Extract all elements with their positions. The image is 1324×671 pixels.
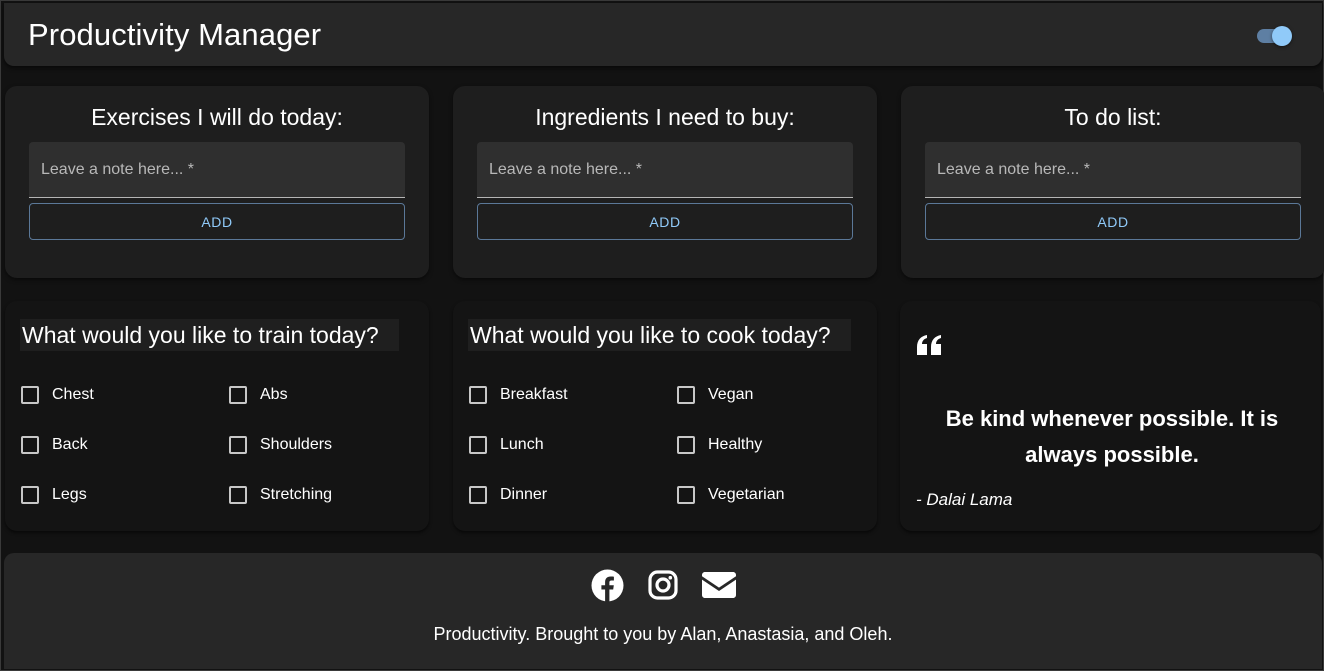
train-option-label: Legs: [52, 486, 87, 503]
cook-option-label: Dinner: [500, 486, 548, 503]
cook-option-vegan[interactable]: Vegan: [677, 384, 753, 406]
checkbox-vegan[interactable]: [677, 386, 695, 404]
checkbox-vegetarian[interactable]: [677, 486, 695, 504]
cook-option-label: Vegetarian: [708, 486, 785, 503]
train-option-shoulders[interactable]: Shoulders: [229, 434, 332, 456]
cook-option-healthy[interactable]: Healthy: [677, 434, 762, 456]
cook-option-label: Lunch: [500, 436, 544, 453]
cook-option-label: Breakfast: [500, 386, 568, 403]
checkbox-shoulders[interactable]: [229, 436, 247, 454]
train-panel-title: What would you like to train today?: [20, 319, 399, 351]
train-option-label: Shoulders: [260, 436, 333, 453]
train-option-abs[interactable]: Abs: [229, 384, 288, 406]
train-option-stretching[interactable]: Stretching: [229, 484, 332, 506]
exercises-note-field[interactable]: [29, 142, 405, 198]
cook-panel: What would you like to cook today? Break…: [453, 301, 877, 531]
footer-credit: Productivity. Brought to you by Alan, An…: [433, 624, 893, 644]
todo-note-input[interactable]: [925, 142, 1301, 197]
train-option-label: Stretching: [260, 486, 333, 503]
facebook-icon[interactable]: [590, 568, 624, 602]
train-option-back[interactable]: Back: [21, 434, 88, 456]
quote-card: Be kind whenever possible. It is always …: [900, 301, 1321, 531]
checkbox-dinner[interactable]: [469, 486, 487, 504]
ingredients-card: Ingredients I need to buy: ADD: [453, 86, 877, 278]
checkbox-legs[interactable]: [21, 486, 39, 504]
cook-option-breakfast[interactable]: Breakfast: [469, 384, 568, 406]
quote-text: Be kind whenever possible. It is always …: [945, 406, 1279, 467]
cook-option-label: Healthy: [708, 436, 763, 453]
email-icon[interactable]: [702, 568, 736, 602]
ingredients-card-title: Ingredients I need to buy:: [535, 104, 795, 130]
checkbox-healthy[interactable]: [677, 436, 695, 454]
cook-option-lunch[interactable]: Lunch: [469, 434, 544, 456]
exercises-card-title: Exercises I will do today:: [91, 104, 343, 130]
checkbox-chest[interactable]: [21, 386, 39, 404]
todo-card: To do list: ADD: [901, 86, 1324, 278]
train-option-label: Chest: [52, 386, 94, 403]
quote-author: - Dalai Lama: [916, 490, 1013, 509]
ingredients-note-field[interactable]: [477, 142, 853, 198]
checkbox-stretching[interactable]: [229, 486, 247, 504]
cook-option-vegetarian[interactable]: Vegetarian: [677, 484, 785, 506]
todo-add-button[interactable]: ADD: [925, 203, 1301, 240]
checkbox-lunch[interactable]: [469, 436, 487, 454]
train-option-label: Abs: [260, 386, 288, 403]
checkbox-back[interactable]: [21, 436, 39, 454]
app-window: Productivity Manager Exercises I will do…: [0, 0, 1324, 671]
exercises-note-input[interactable]: [29, 142, 405, 197]
train-option-label: Back: [52, 436, 88, 453]
cook-option-dinner[interactable]: Dinner: [469, 484, 547, 506]
theme-toggle[interactable]: [1255, 24, 1295, 48]
train-panel: What would you like to train today? Ches…: [5, 301, 429, 531]
train-option-legs[interactable]: Legs: [21, 484, 87, 506]
ingredients-note-input[interactable]: [477, 142, 853, 197]
exercises-add-button[interactable]: ADD: [29, 203, 405, 240]
theme-toggle-thumb: [1272, 26, 1292, 46]
app-bar: Productivity Manager: [4, 3, 1322, 66]
app-title: Productivity Manager: [28, 17, 322, 52]
social-links: [590, 568, 736, 602]
todo-card-title: To do list:: [1064, 104, 1162, 130]
checkbox-breakfast[interactable]: [469, 386, 487, 404]
footer: Productivity. Brought to you by Alan, An…: [4, 553, 1322, 669]
train-option-chest[interactable]: Chest: [21, 384, 94, 406]
quote-left-icon: [917, 335, 941, 355]
checkbox-abs[interactable]: [229, 386, 247, 404]
ingredients-add-button[interactable]: ADD: [477, 203, 853, 240]
todo-note-field[interactable]: [925, 142, 1301, 198]
instagram-icon[interactable]: [646, 568, 680, 602]
cook-panel-title: What would you like to cook today?: [468, 319, 851, 351]
cook-option-label: Vegan: [708, 386, 754, 403]
exercises-card: Exercises I will do today: ADD: [5, 86, 429, 278]
